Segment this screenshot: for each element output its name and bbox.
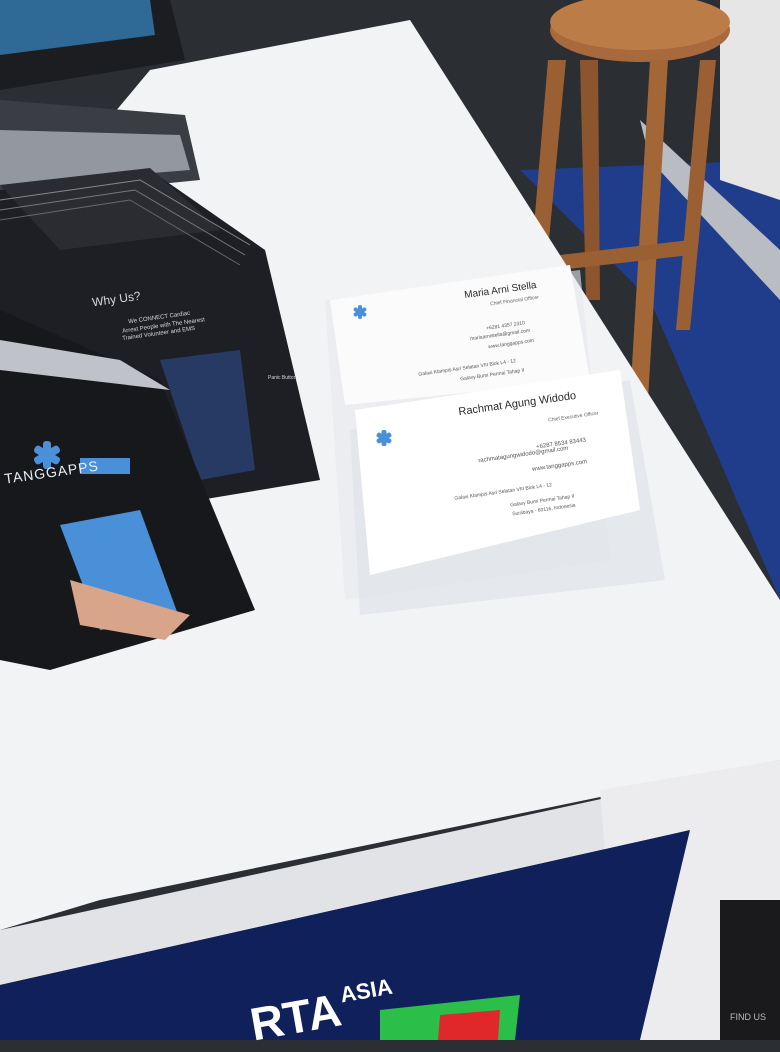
brochure-panic-button-label: Panic Button: [268, 375, 297, 381]
banner-text-3: FIND US: [730, 1012, 766, 1022]
booth-scene: [0, 0, 780, 1040]
